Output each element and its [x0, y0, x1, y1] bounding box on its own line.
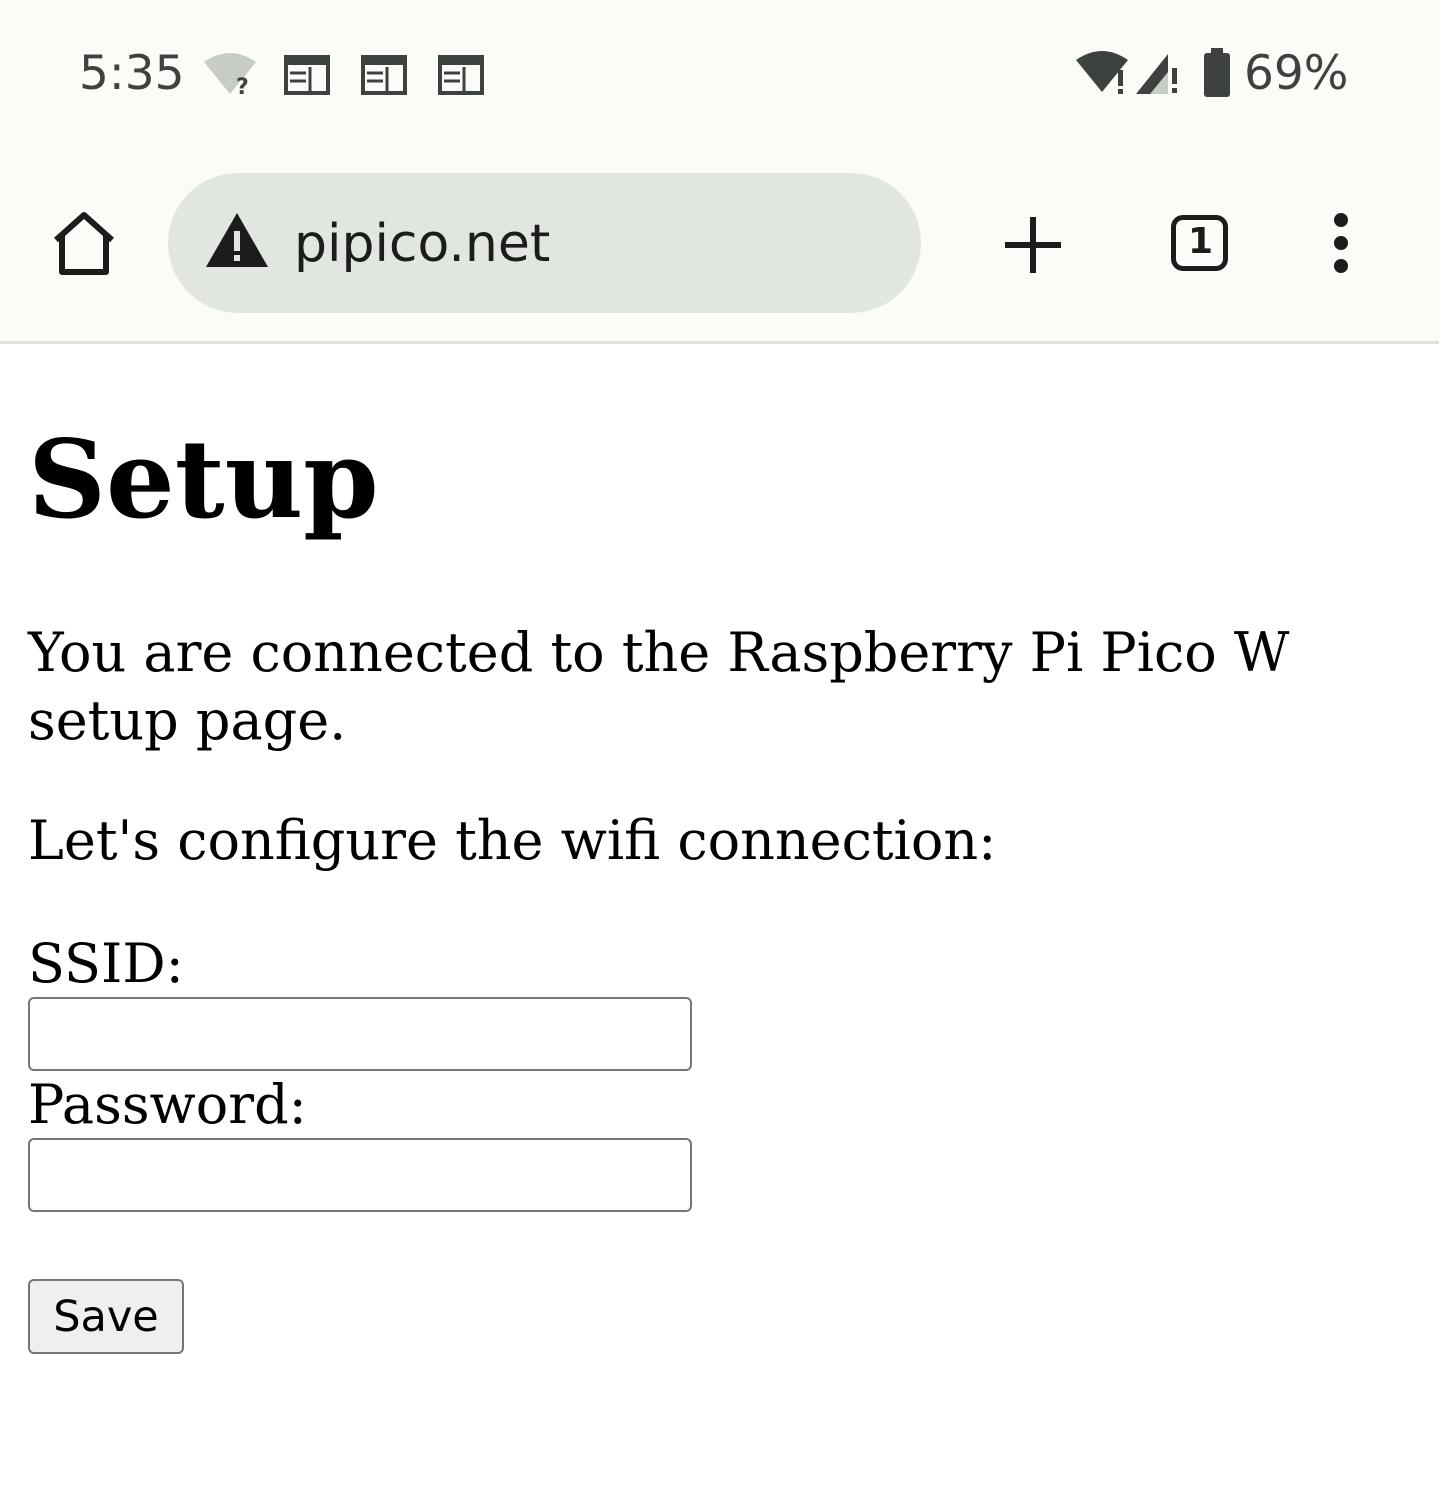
status-time: 5:35 — [79, 46, 185, 101]
signal-alert-icon — [1136, 54, 1177, 94]
calendar-icon — [284, 55, 330, 95]
address-bar[interactable]: pipico.net — [168, 173, 921, 313]
page-title: Setup — [28, 417, 379, 543]
tab-count: 1 — [1187, 221, 1214, 262]
browser-toolbar: pipico.net 1 — [0, 148, 1439, 344]
wifi-unknown-icon: ? — [204, 53, 256, 96]
prompt-text: Let's configure the wifi connection: — [28, 809, 997, 872]
battery-level: 69% — [1244, 46, 1349, 101]
tab-switcher-button[interactable]: 1 — [1168, 212, 1233, 274]
calendar-icon — [361, 55, 407, 95]
more-menu-icon[interactable] — [1326, 212, 1356, 274]
svg-text:?: ? — [236, 75, 249, 96]
ssid-input[interactable] — [28, 997, 692, 1071]
home-icon[interactable] — [50, 210, 118, 276]
intro-text: You are connected to the Raspberry Pi Pi… — [28, 621, 1290, 752]
password-input[interactable] — [28, 1138, 692, 1212]
new-tab-icon[interactable] — [1003, 215, 1063, 275]
battery-icon — [1204, 48, 1230, 97]
save-button[interactable]: Save — [28, 1279, 184, 1354]
warning-icon[interactable] — [204, 211, 270, 269]
status-bar: 5:35 ? 69% — [0, 0, 1439, 148]
ssid-label: SSID: — [28, 932, 184, 995]
wifi-alert-icon — [1076, 51, 1128, 94]
calendar-icon — [438, 55, 484, 95]
password-label: Password: — [28, 1073, 307, 1136]
url-text: pipico.net — [294, 214, 551, 274]
